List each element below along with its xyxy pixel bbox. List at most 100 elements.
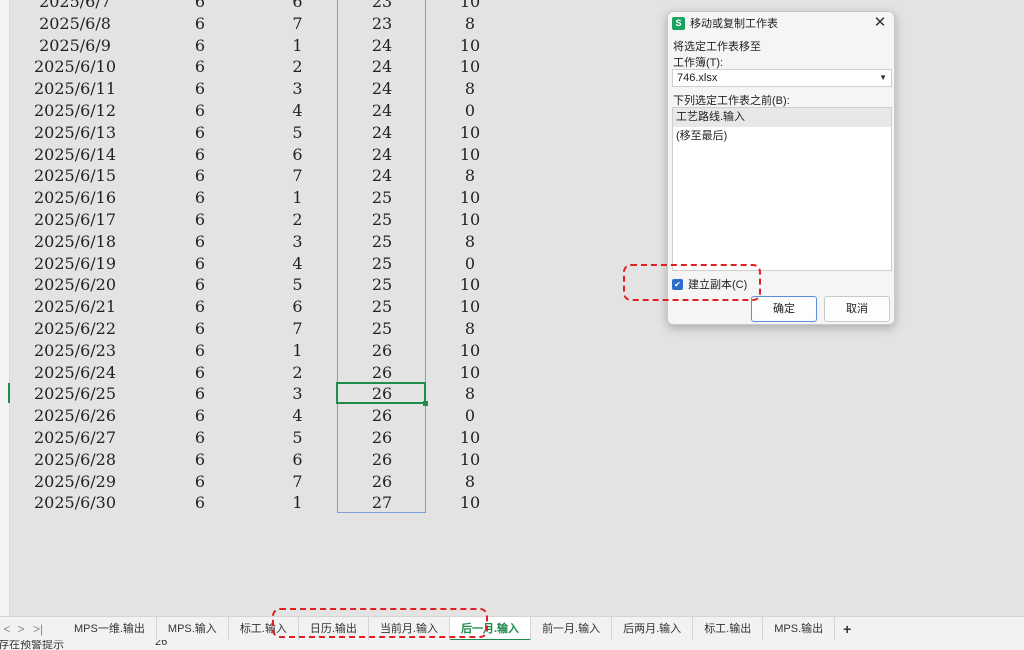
cell-date[interactable]: 2025/6/7	[20, 0, 130, 11]
cell-m[interactable]: 6	[155, 472, 245, 491]
cell-v[interactable]: 10	[425, 341, 515, 360]
cell-m[interactable]: 6	[155, 57, 245, 76]
cell-w[interactable]: 25	[337, 232, 427, 251]
cell-date[interactable]: 2025/6/20	[20, 275, 130, 294]
cell-d[interactable]: 7	[250, 14, 345, 33]
cell-w[interactable]: 26	[337, 341, 427, 360]
cell-d[interactable]: 7	[250, 319, 345, 338]
cell-w[interactable]: 24	[337, 123, 427, 142]
cell-date[interactable]: 2025/6/15	[20, 166, 130, 185]
cell-v[interactable]: 8	[425, 166, 515, 185]
cell-v[interactable]: 10	[425, 145, 515, 164]
cell-date[interactable]: 2025/6/23	[20, 341, 130, 360]
tab-labor-output[interactable]: 标工.输出	[693, 616, 764, 641]
cell-d[interactable]: 7	[250, 472, 345, 491]
cell-v[interactable]: 8	[425, 232, 515, 251]
cell-v[interactable]: 8	[425, 384, 515, 403]
cell-d[interactable]: 4	[250, 101, 345, 120]
cell-m[interactable]: 6	[155, 166, 245, 185]
cell-m[interactable]: 6	[155, 406, 245, 425]
cell-w[interactable]: 24	[337, 36, 427, 55]
cell-w[interactable]: 26	[337, 450, 427, 469]
cell-d[interactable]: 1	[250, 493, 345, 512]
cell-v[interactable]: 10	[425, 123, 515, 142]
cell-v[interactable]: 0	[425, 254, 515, 273]
cell-v[interactable]: 10	[425, 363, 515, 382]
cell-m[interactable]: 6	[155, 450, 245, 469]
cell-d[interactable]: 3	[250, 384, 345, 403]
cell-v[interactable]: 10	[425, 275, 515, 294]
list-item[interactable]: 工艺路线.输入	[673, 108, 891, 127]
cell-w[interactable]: 24	[337, 57, 427, 76]
tab-prev-month-input[interactable]: 前一月.输入	[531, 616, 613, 641]
cell-v[interactable]: 8	[425, 14, 515, 33]
cell-m[interactable]: 6	[155, 14, 245, 33]
cell-d[interactable]: 6	[250, 450, 345, 469]
cell-date[interactable]: 2025/6/22	[20, 319, 130, 338]
cell-date[interactable]: 2025/6/29	[20, 472, 130, 491]
cell-m[interactable]: 6	[155, 319, 245, 338]
tab-nav-next[interactable]: >	[14, 622, 28, 636]
cell-m[interactable]: 6	[155, 428, 245, 447]
cell-d[interactable]: 6	[250, 0, 345, 11]
cell-m[interactable]: 6	[155, 145, 245, 164]
cell-m[interactable]: 6	[155, 101, 245, 120]
cell-d[interactable]: 4	[250, 254, 345, 273]
cell-d[interactable]: 1	[250, 36, 345, 55]
cell-date[interactable]: 2025/6/18	[20, 232, 130, 251]
cell-date[interactable]: 2025/6/13	[20, 123, 130, 142]
cell-d[interactable]: 3	[250, 79, 345, 98]
cell-v[interactable]: 8	[425, 79, 515, 98]
dialog-titlebar[interactable]: S 移动或复制工作表	[668, 12, 894, 34]
cell-v[interactable]: 10	[425, 297, 515, 316]
cell-v[interactable]: 8	[425, 472, 515, 491]
cell-w[interactable]: 24	[337, 166, 427, 185]
cell-m[interactable]: 6	[155, 0, 245, 11]
cell-d[interactable]: 5	[250, 275, 345, 294]
workbook-select[interactable]: 746.xlsx ▼	[672, 69, 892, 87]
cancel-button[interactable]: 取消	[824, 296, 890, 322]
cell-d[interactable]: 6	[250, 145, 345, 164]
cell-d[interactable]: 4	[250, 406, 345, 425]
cell-m[interactable]: 6	[155, 384, 245, 403]
cell-v[interactable]: 10	[425, 428, 515, 447]
cell-date[interactable]: 2025/6/10	[20, 57, 130, 76]
cell-date[interactable]: 2025/6/17	[20, 210, 130, 229]
cell-d[interactable]: 7	[250, 166, 345, 185]
cell-m[interactable]: 6	[155, 493, 245, 512]
cell-d[interactable]: 2	[250, 210, 345, 229]
cell-date[interactable]: 2025/6/11	[20, 79, 130, 98]
list-item[interactable]: (移至最后)	[673, 127, 891, 146]
cell-m[interactable]: 6	[155, 232, 245, 251]
cell-d[interactable]: 5	[250, 123, 345, 142]
cell-m[interactable]: 6	[155, 275, 245, 294]
ok-button[interactable]: 确定	[751, 296, 817, 322]
cell-date[interactable]: 2025/6/21	[20, 297, 130, 316]
cell-w[interactable]: 25	[337, 319, 427, 338]
tab-nav-last[interactable]: >|	[28, 622, 48, 636]
cell-w[interactable]: 25	[337, 275, 427, 294]
cell-m[interactable]: 6	[155, 297, 245, 316]
cell-date[interactable]: 2025/6/14	[20, 145, 130, 164]
cell-v[interactable]: 10	[425, 493, 515, 512]
cell-date[interactable]: 2025/6/19	[20, 254, 130, 273]
cell-w[interactable]: 26	[337, 472, 427, 491]
status-warning-text[interactable]: 存在预警提示	[0, 640, 64, 650]
cell-date[interactable]: 2025/6/27	[20, 428, 130, 447]
cell-m[interactable]: 6	[155, 36, 245, 55]
cell-v[interactable]: 0	[425, 406, 515, 425]
cell-date[interactable]: 2025/6/8	[20, 14, 130, 33]
tab-mps-input[interactable]: MPS.输入	[157, 616, 229, 641]
cell-w[interactable]: 25	[337, 210, 427, 229]
cell-w[interactable]: 25	[337, 188, 427, 207]
cell-date[interactable]: 2025/6/30	[20, 493, 130, 512]
cell-w[interactable]: 27	[337, 493, 427, 512]
cell-w[interactable]: 24	[337, 79, 427, 98]
cell-v[interactable]: 10	[425, 450, 515, 469]
cell-w[interactable]: 23	[337, 0, 427, 11]
cell-v[interactable]: 10	[425, 57, 515, 76]
cell-v[interactable]: 10	[425, 210, 515, 229]
cell-m[interactable]: 6	[155, 123, 245, 142]
cell-date[interactable]: 2025/6/16	[20, 188, 130, 207]
cell-m[interactable]: 6	[155, 254, 245, 273]
